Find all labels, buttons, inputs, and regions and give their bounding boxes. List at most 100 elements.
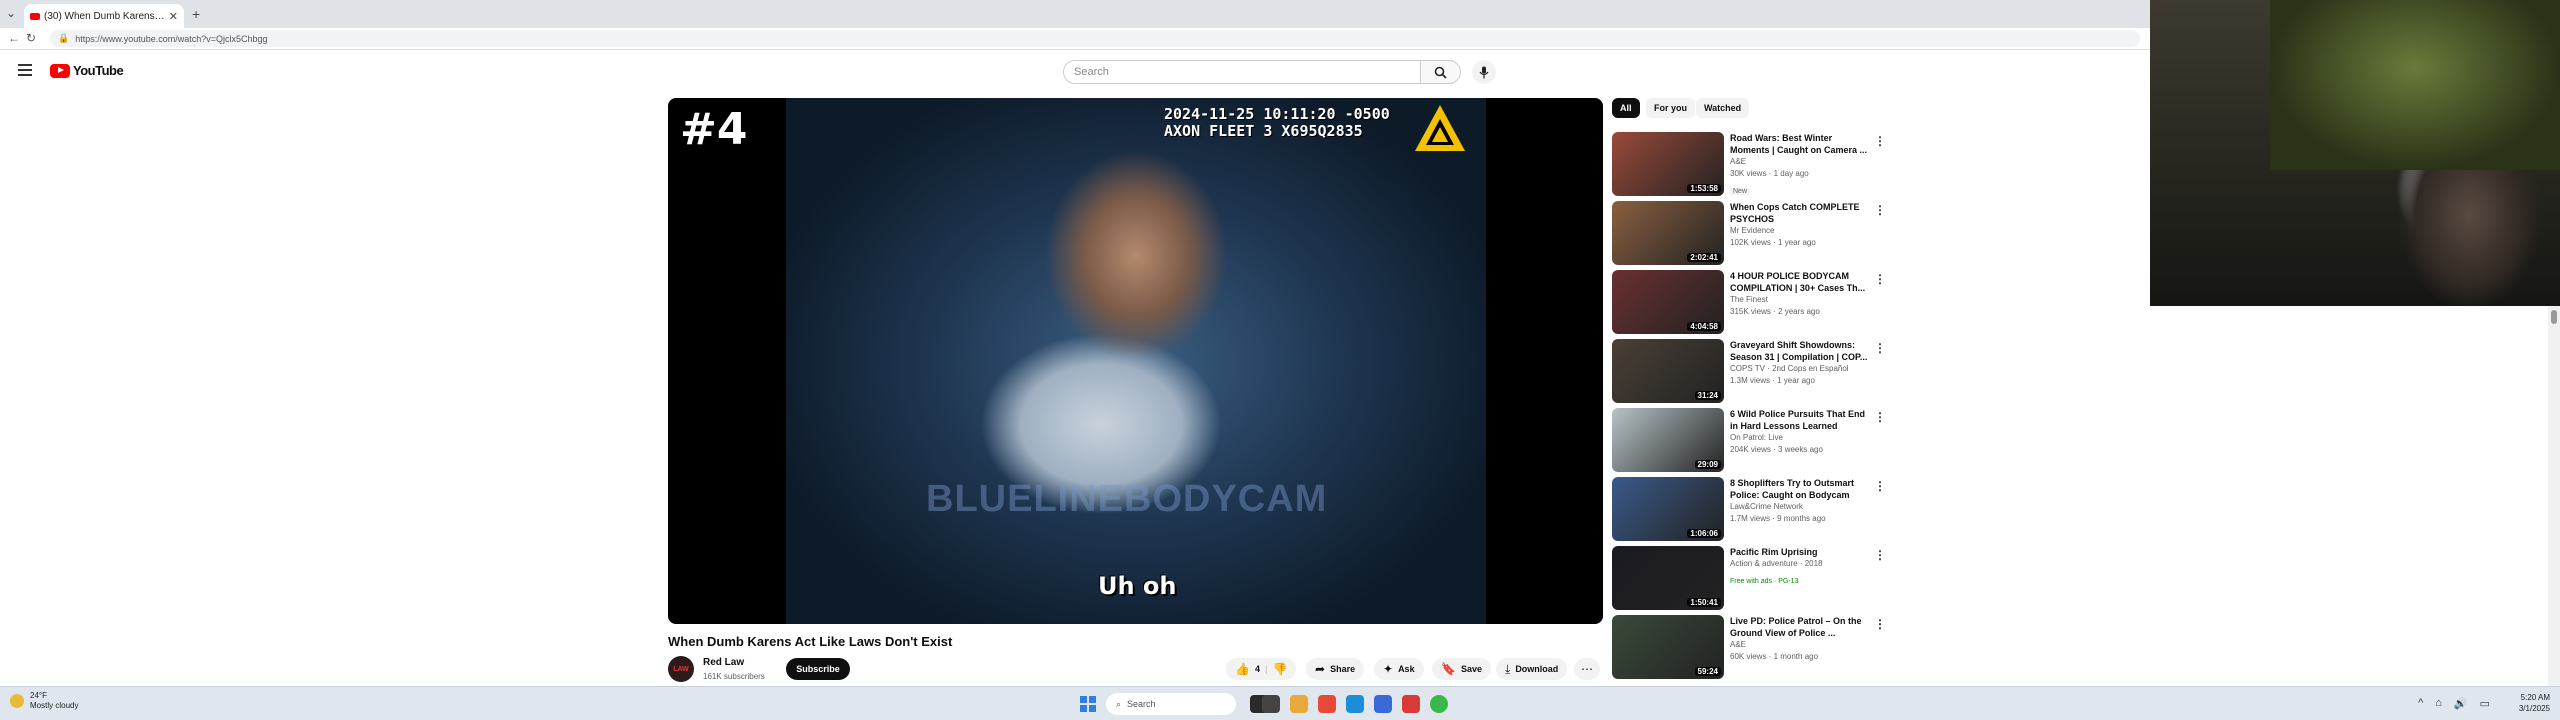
taskbar-search-label: Search bbox=[1127, 699, 1156, 709]
channel-avatar[interactable]: LAW bbox=[668, 656, 694, 682]
recommendation-title[interactable]: Live PD: Police Patrol – On the Ground V… bbox=[1730, 615, 1870, 639]
recommendation-channel[interactable]: A&E bbox=[1730, 639, 1870, 651]
recommendation-channel[interactable]: Mr Evidence bbox=[1730, 225, 1870, 237]
video-thumbnail[interactable]: 29:09 bbox=[1612, 408, 1724, 472]
video-thumbnail[interactable]: 1:50:41 bbox=[1612, 546, 1724, 610]
ask-button[interactable]: ✦ Ask bbox=[1374, 658, 1424, 680]
recommendation-title[interactable]: When Cops Catch COMPLETE PSYCHOS bbox=[1730, 201, 1870, 225]
more-vertical-icon[interactable]: ⋮ bbox=[1874, 203, 1886, 217]
recommendation-title[interactable]: 8 Shoplifters Try to Outsmart Police: Ca… bbox=[1730, 477, 1870, 501]
like-icon[interactable]: 👍 bbox=[1235, 662, 1250, 676]
guide-menu-icon[interactable] bbox=[18, 64, 32, 76]
search-icon: ⌕ bbox=[1116, 698, 1122, 709]
more-vertical-icon[interactable]: ⋮ bbox=[1874, 341, 1886, 355]
recommendation-meta: 204K views · 3 weeks ago bbox=[1730, 445, 1823, 454]
show-hidden-icons-chevron-icon[interactable]: ^ bbox=[2418, 697, 2423, 710]
chrome-icon[interactable] bbox=[1318, 695, 1336, 713]
recommendation-channel[interactable]: COPS TV · 2nd Cops en Español bbox=[1730, 363, 1870, 375]
file-explorer-icon[interactable] bbox=[1290, 695, 1308, 713]
video-thumbnail[interactable]: 31:24 bbox=[1612, 339, 1724, 403]
chip-for-you[interactable]: For you bbox=[1646, 98, 1695, 118]
more-vertical-icon[interactable]: ⋮ bbox=[1874, 617, 1886, 631]
browser-tab-active[interactable]: (30) When Dumb Karens Act ... ✕ bbox=[24, 4, 184, 28]
close-tab-icon[interactable]: ✕ bbox=[169, 10, 178, 23]
app-icon[interactable] bbox=[1402, 695, 1420, 713]
more-horizontal-icon: ⋯ bbox=[1581, 662, 1593, 676]
voice-search-button[interactable] bbox=[1472, 60, 1496, 84]
reload-icon[interactable]: ↻ bbox=[26, 31, 36, 45]
store-icon[interactable] bbox=[1374, 695, 1392, 713]
back-icon[interactable]: ← bbox=[8, 31, 20, 45]
download-button[interactable]: ⤓ Download bbox=[1496, 658, 1568, 680]
more-actions-button[interactable]: ⋯ bbox=[1574, 658, 1600, 680]
video-thumbnail[interactable]: 59:24 bbox=[1612, 615, 1724, 679]
battery-icon[interactable]: ▭ bbox=[2480, 697, 2490, 710]
recommendation-channel[interactable]: The Finest bbox=[1730, 294, 1870, 306]
volume-icon[interactable]: 🔊 bbox=[2454, 697, 2468, 710]
recommendation-meta: 1.7M views · 9 months ago bbox=[1730, 514, 1826, 523]
recommendation-channel[interactable]: A&E bbox=[1730, 156, 1870, 168]
system-clock[interactable]: 5:20 AM 3/1/2025 bbox=[2519, 692, 2550, 714]
video-thumbnail[interactable]: 1:06:06 bbox=[1612, 477, 1724, 541]
url-text: https://www.youtube.com/watch?v=Qjclx5Ch… bbox=[75, 33, 268, 44]
recommendation-item[interactable]: 31:24 Graveyard Shift Showdowns: Season … bbox=[1612, 339, 1886, 403]
weather-temp: 24°F bbox=[30, 691, 47, 700]
youtube-logo[interactable]: YouTube bbox=[50, 63, 124, 78]
spotify-icon[interactable] bbox=[1430, 695, 1448, 713]
webcam-overlay bbox=[2150, 0, 2560, 306]
duration-badge: 1:50:41 bbox=[1687, 598, 1721, 607]
edge-icon[interactable] bbox=[1346, 695, 1364, 713]
recommendation-item[interactable]: 2:02:41 When Cops Catch COMPLETE PSYCHOS… bbox=[1612, 201, 1886, 265]
more-vertical-icon[interactable]: ⋮ bbox=[1874, 479, 1886, 493]
recommendation-item[interactable]: 59:24 Live PD: Police Patrol – On the Gr… bbox=[1612, 615, 1886, 679]
recommendation-title[interactable]: 6 Wild Police Pursuits That End in Hard … bbox=[1730, 408, 1870, 432]
recommendation-item[interactable]: 4:04:58 4 HOUR POLICE BODYCAM COMPILATIO… bbox=[1612, 270, 1886, 334]
recommendation-meta: 102K views · 1 year ago bbox=[1730, 238, 1816, 247]
channel-name[interactable]: Red Law bbox=[703, 657, 744, 668]
recommendation-item[interactable]: 1:50:41 Pacific Rim Uprising Action & ad… bbox=[1612, 546, 1886, 610]
more-vertical-icon[interactable]: ⋮ bbox=[1874, 410, 1886, 424]
chip-all[interactable]: All bbox=[1612, 98, 1640, 118]
widgets-icon[interactable] bbox=[1262, 695, 1280, 713]
video-thumbnail[interactable]: 1:53:58 bbox=[1612, 132, 1724, 196]
video-thumbnail[interactable]: 4:04:58 bbox=[1612, 270, 1724, 334]
network-icon[interactable]: ⌂ bbox=[2435, 697, 2442, 710]
recommendation-meta: 1.3M views · 1 year ago bbox=[1730, 376, 1815, 385]
more-vertical-icon[interactable]: ⋮ bbox=[1874, 134, 1886, 148]
recommendation-title[interactable]: Road Wars: Best Winter Moments | Caught … bbox=[1730, 132, 1870, 156]
video-thumbnail[interactable]: 2:02:41 bbox=[1612, 201, 1724, 265]
share-button[interactable]: ➦ Share bbox=[1306, 658, 1365, 680]
save-button[interactable]: 🔖 Save bbox=[1432, 658, 1491, 680]
subscribe-button[interactable]: Subscribe bbox=[786, 658, 850, 680]
recommendation-item[interactable]: 1:53:58 Road Wars: Best Winter Moments |… bbox=[1612, 132, 1886, 196]
page-scrollbar[interactable] bbox=[2548, 306, 2560, 686]
browser-tab-bar: ⌄ (30) When Dumb Karens Act ... ✕ + bbox=[0, 0, 2150, 28]
recommendation-channel[interactable]: Law&Crime Network bbox=[1730, 501, 1870, 513]
search-button[interactable] bbox=[1421, 60, 1461, 84]
recommendation-item[interactable]: 29:09 6 Wild Police Pursuits That End in… bbox=[1612, 408, 1886, 472]
weather-widget[interactable]: 24°F Mostly cloudy bbox=[10, 691, 78, 711]
tab-list-chevron-icon[interactable]: ⌄ bbox=[6, 6, 16, 20]
sparkle-icon: ✦ bbox=[1383, 662, 1394, 676]
search-input[interactable]: Search bbox=[1063, 60, 1421, 84]
new-tab-icon[interactable]: + bbox=[192, 6, 200, 22]
more-vertical-icon[interactable]: ⋮ bbox=[1874, 548, 1886, 562]
address-bar-row: ← ↻ 🔒 https://www.youtube.com/watch?v=Qj… bbox=[0, 28, 2150, 50]
recommendation-item[interactable]: 1:06:06 8 Shoplifters Try to Outsmart Po… bbox=[1612, 477, 1886, 541]
video-player[interactable]: #4 2024-11-25 10:11:20 -0500 AXON FLEET … bbox=[668, 98, 1603, 624]
taskbar-search[interactable]: ⌕ Search bbox=[1106, 693, 1236, 715]
axon-logo-icon bbox=[1415, 105, 1465, 151]
webcam-wall-banner bbox=[2270, 0, 2560, 170]
url-field[interactable]: 🔒 https://www.youtube.com/watch?v=Qjclx5… bbox=[50, 30, 2140, 47]
more-vertical-icon[interactable]: ⋮ bbox=[1874, 272, 1886, 286]
dislike-icon[interactable]: 👎 bbox=[1273, 662, 1288, 676]
scrollbar-thumb[interactable] bbox=[2551, 310, 2557, 324]
chip-watched[interactable]: Watched bbox=[1696, 98, 1750, 118]
share-label: Share bbox=[1330, 664, 1356, 674]
windows-start-icon[interactable] bbox=[1080, 696, 1096, 712]
recommendation-title[interactable]: Pacific Rim Uprising bbox=[1730, 546, 1870, 558]
recommendation-title[interactable]: Graveyard Shift Showdowns: Season 31 | C… bbox=[1730, 339, 1870, 363]
recommendation-channel[interactable]: On Patrol: Live bbox=[1730, 432, 1870, 444]
recommendation-title[interactable]: 4 HOUR POLICE BODYCAM COMPILATION | 30+ … bbox=[1730, 270, 1870, 294]
recommendation-meta: 60K views · 1 month ago bbox=[1730, 652, 1819, 661]
